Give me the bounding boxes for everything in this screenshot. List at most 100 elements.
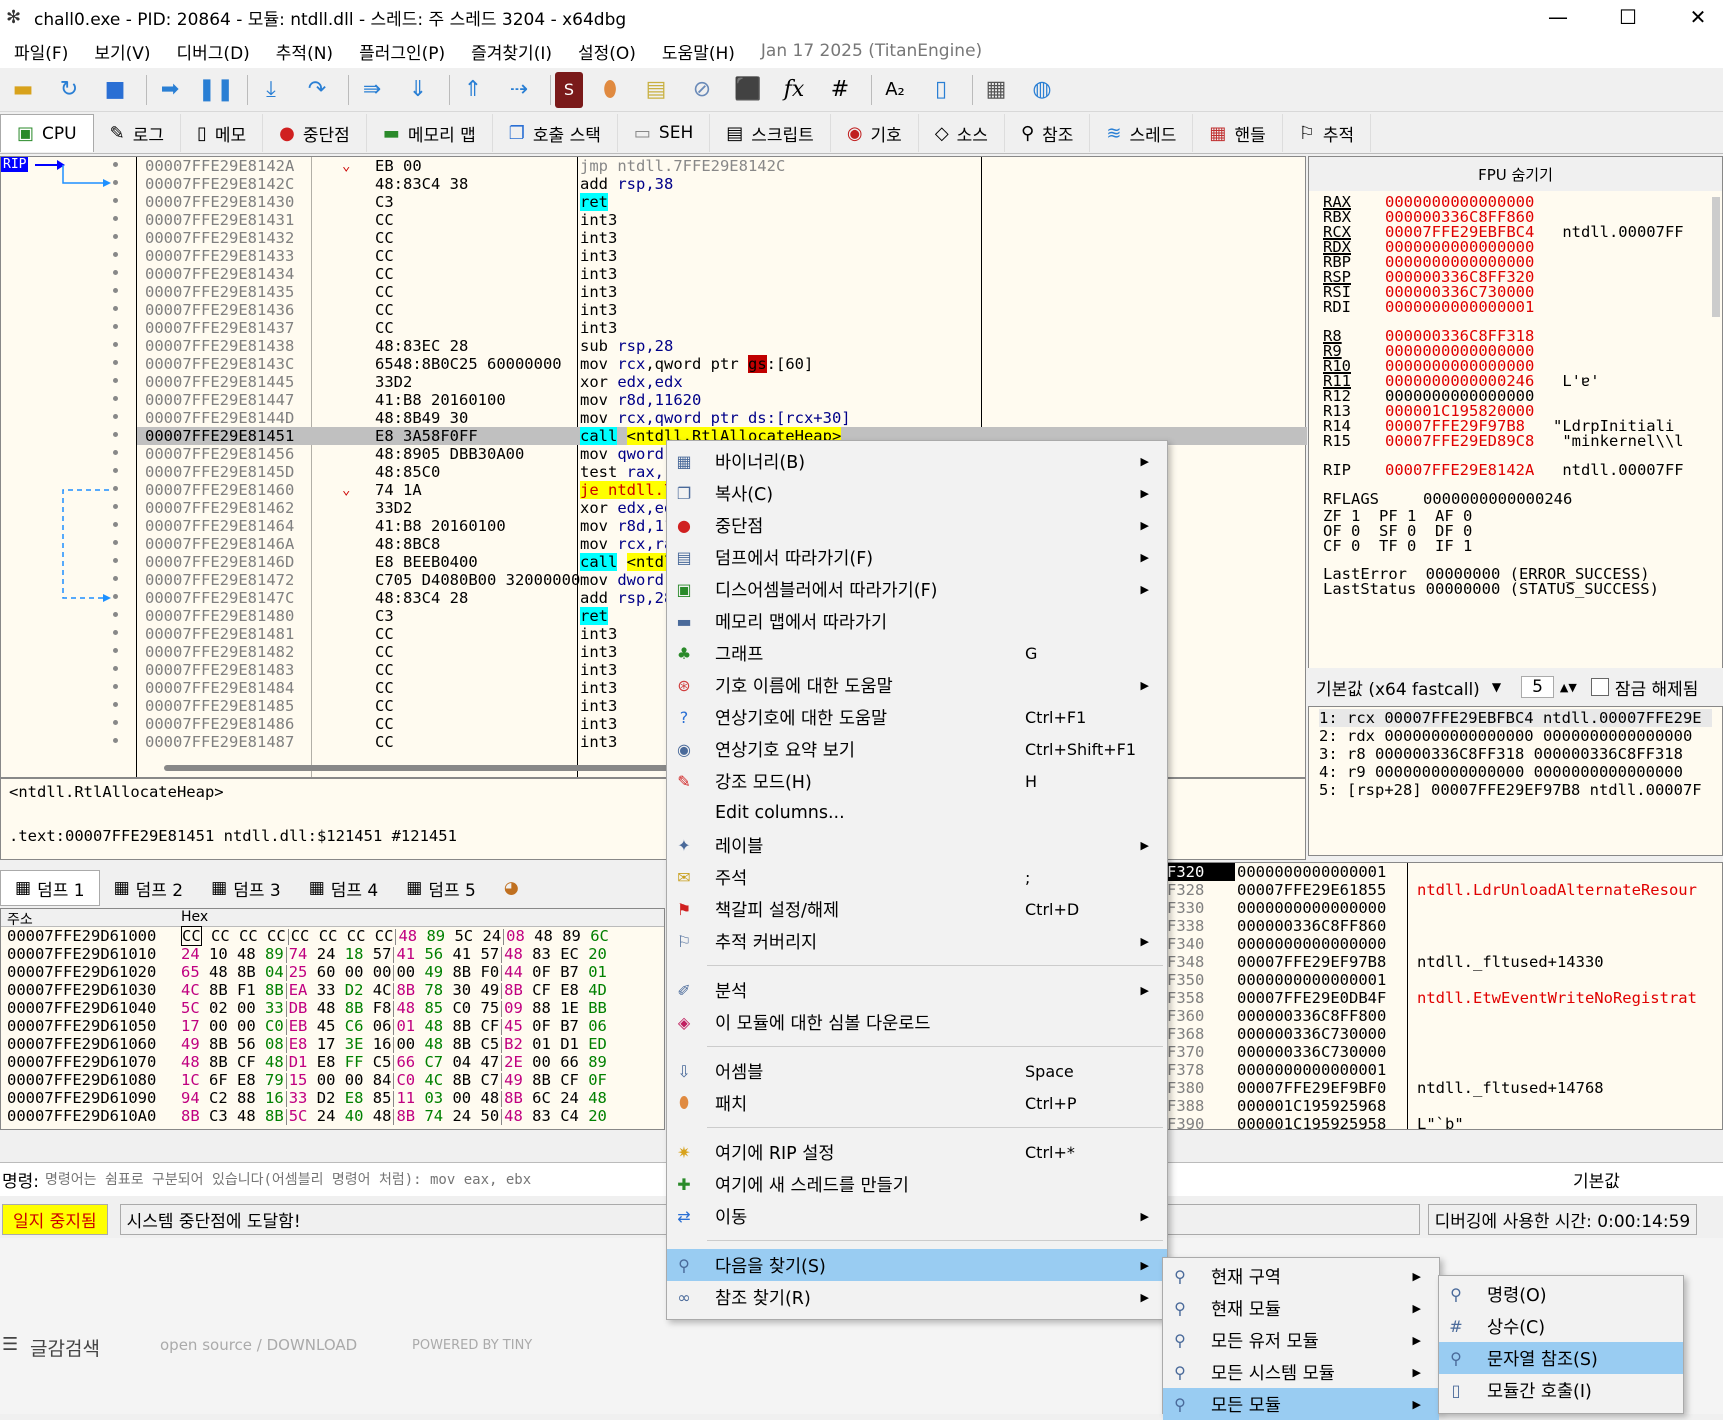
menu-item-analyze[interactable]: ✐ 분석 ▶ [667,974,1167,1006]
breakpoint-dot[interactable] [113,306,118,311]
tab-seh[interactable]: ▭ SEH [618,114,711,152]
submenu2-item[interactable]: ▯ 모듈간 호출(I) [1439,1374,1683,1406]
unlock-checkbox[interactable] [1590,678,1609,696]
disasm-row[interactable]: 00007FFE29E81434 CC int3 [137,265,1307,283]
call-convention-select[interactable]: 기본값 (x64 fastcall) [1316,675,1480,700]
breakpoint-dot[interactable] [113,324,118,329]
breakpoint-dot[interactable] [113,486,118,491]
hex-dump-view[interactable]: 주소 Hex 00007FFE29D61000 CC CC CC CC CC CC … [0,908,665,1130]
disasm-row[interactable]: 00007FFE29E8143C 6548:8B0C25 60000000 mov … [137,355,1307,373]
scylla-icon[interactable]: S [555,71,583,108]
breakpoint-dot[interactable] [113,342,118,347]
menu-item-search[interactable]: ⚲ 다음을 찾기(S) ▶ [667,1249,1167,1281]
menu-item-thread[interactable]: ✚ 여기에 새 스레드를 만들기 [667,1168,1167,1200]
spinner-arrows-icon[interactable]: ▲▼ [1560,681,1577,694]
disasm-row[interactable]: 00007FFE29E81433 CC int3 [137,247,1307,265]
step-over-icon[interactable]: ↷ [298,72,336,108]
breakpoint-dot[interactable] [113,270,118,275]
dump-row[interactable]: 00007FFE29D61020 65 48 8B 04 25 60 00 00 00… [1,963,664,981]
breakpoint-dot[interactable] [113,234,118,239]
menu-item-goto[interactable]: ⇄ 이동 ▶ [667,1200,1167,1232]
menu-view[interactable]: 보기(V) [94,39,150,64]
tab-log[interactable]: ✎ 로그 [94,114,181,152]
dump-row[interactable]: 00007FFE29D61060 49 8B 56 08 E8 17 3E 16 00… [1,1035,664,1053]
dump-row[interactable]: 00007FFE29D610A0 8B C3 48 8B 5C 24 40 48 8B… [1,1107,664,1125]
menu-item-highlight[interactable]: ✎ 강조 모드(H) H [667,765,1167,797]
register-rdi[interactable]: RDI 0000000000000001 [1323,298,1562,316]
tab-watch[interactable]: ◕ [490,870,533,906]
stack-row[interactable]: F320 0000000000000001 [1167,863,1722,881]
breakpoint-dot[interactable] [113,558,118,563]
breakpoint-dot[interactable] [113,504,118,509]
submenu-item[interactable]: ⚲ 모든 시스템 모듈 ▶ [1163,1356,1439,1388]
tab-script[interactable]: ▤ 스크립트 [710,114,831,152]
menu-item-memmap[interactable]: ▬ 메모리 맵에서 따라가기 [667,605,1167,637]
tab-dump-4[interactable]: ▦ 덤프 4 [295,870,393,906]
open-source-link[interactable]: open source / DOWNLOAD [160,1336,357,1354]
tab-handles[interactable]: ▦ 핸들 [1193,114,1283,152]
menu-item-comment[interactable]: ✉ 주석; [667,861,1167,893]
tab-references[interactable]: ⚲ 참조 [1005,114,1091,152]
execute-till-return-icon[interactable]: ⇑ [454,72,492,108]
breakpoint-dot[interactable] [113,252,118,257]
register-r15[interactable]: R15 00007FFE29ED89C8 "minkernel\\l [1323,432,1684,450]
tab-notes[interactable]: ▯ 메모 [181,114,264,152]
menu-help[interactable]: 도움말(H) [662,39,735,64]
menu-item-binoculars[interactable]: ∞ 참조 찾기(R) ▶ [667,1281,1167,1313]
disasm-row[interactable]: 00007FFE29E81435 CC int3 [137,283,1307,301]
breakpoint-dot[interactable] [113,594,118,599]
run-icon[interactable]: ➡ [151,72,189,108]
submenu-item[interactable]: ⚲ 모든 모듈 ▶ [1163,1388,1439,1420]
bookmarks-icon[interactable]: ⬛ [729,72,767,108]
breakpoint-dot[interactable] [113,450,118,455]
dump-row[interactable]: 00007FFE29D61030 4C 8B F1 8B EA 33 D2 4C 8B… [1,981,664,999]
fpu-toggle[interactable]: FPU 숨기기 [1309,157,1722,191]
menu-item-trace[interactable]: ⚐ 추적 커버리지 ▶ [667,925,1167,957]
menu-item-assemble[interactable]: ⇩ 어셈블 Space [667,1055,1167,1087]
stack-row[interactable]: F388 000001C195925968 [1167,1097,1722,1115]
stack-row[interactable]: F370 000000336C730000 [1167,1043,1722,1061]
registers-panel[interactable]: FPU 숨기기 RAX 0000000000000000 RBX 000000336C… [1308,156,1723,674]
breakpoint-dot[interactable] [113,648,118,653]
tab-call-stack[interactable]: ❐ 호출 스택 [493,114,618,152]
tab-memory-map[interactable]: ▬ 메모리 맵 [367,114,493,152]
dump-row[interactable]: 00007FFE29D61070 48 8B CF 48 D1 E8 FF C5 66… [1,1053,664,1071]
tab-symbols[interactable]: ◉ 기호 [831,114,919,152]
dump-row[interactable]: 00007FFE29D61080 1C 6F E8 79 15 00 00 84 C0… [1,1071,664,1089]
breakpoint-dot[interactable] [113,666,118,671]
tab-breakpoints[interactable]: ● 중단점 [263,114,367,152]
stack-row[interactable]: F330 0000000000000000 [1167,899,1722,917]
maximize-button[interactable]: ☐ [1598,0,1658,34]
menu-item-help[interactable]: ⊛ 기호 이름에 대한 도움말 ▶ [667,669,1167,701]
submenu-item[interactable]: ⚲ 현재 구역 ▶ [1163,1260,1439,1292]
breakpoint-dot[interactable] [113,612,118,617]
disasm-row[interactable]: 00007FFE29E81431 CC int3 [137,211,1307,229]
menu-item-bookmark[interactable]: ⚑ 책갈피 설정/해제 Ctrl+D [667,893,1167,925]
stack-row[interactable]: F348 00007FFE29EF97B8 ntdll._fltused+14330 [1167,953,1722,971]
stack-row[interactable]: F368 000000336C730000 [1167,1025,1722,1043]
arguments-panel[interactable]: 1: rcx 00007FFE29EBFBC4 ntdll.00007FFE29… [1308,706,1723,856]
trace-over-icon[interactable]: ⇓ [399,72,437,108]
menu-file[interactable]: 파일(F) [14,39,68,64]
menu-item-patch[interactable]: ⬮ 패치 Ctrl+P [667,1087,1167,1119]
close-button[interactable]: ✕ [1668,0,1723,34]
menu-trace[interactable]: 추적(N) [276,39,333,64]
dump-row[interactable]: 00007FFE29D61040 5C 02 00 33 DB 48 8B F8 48… [1,999,664,1017]
menu-item-graph[interactable]: ♣ 그래프 G [667,637,1167,669]
stack-row[interactable]: F378 0000000000000001 [1167,1061,1722,1079]
breakpoint-dot[interactable] [113,576,118,581]
open-icon[interactable]: ▬ [4,72,42,108]
device-icon[interactable]: ▯ [922,72,960,108]
disasm-row[interactable]: 00007FFE29E81438 48:83EC 28 sub rsp,28 [137,337,1307,355]
submenu2-item[interactable]: ⚲ 명령(O) [1439,1278,1683,1310]
trace-into-icon[interactable]: ⇛ [353,72,391,108]
arg-row[interactable]: 4: r9 0000000000000000 0000000000000000 [1319,763,1712,781]
tab-dump-1[interactable]: ▦ 덤프 1 [0,870,100,906]
disasm-row[interactable]: 00007FFE29E81437 CC int3 [137,319,1307,337]
menu-item-breakpoint[interactable]: ● 중단점 ▶ [667,509,1167,541]
menu-item-copy[interactable]: ❐ 복사(C) ▶ [667,477,1167,509]
functions-icon[interactable]: fx [775,72,813,108]
stack-row[interactable]: F338 000000336C8FF860 [1167,917,1722,935]
breakpoint-dot[interactable] [113,720,118,725]
disasm-row[interactable]: 00007FFE29E81436 CC int3 [137,301,1307,319]
